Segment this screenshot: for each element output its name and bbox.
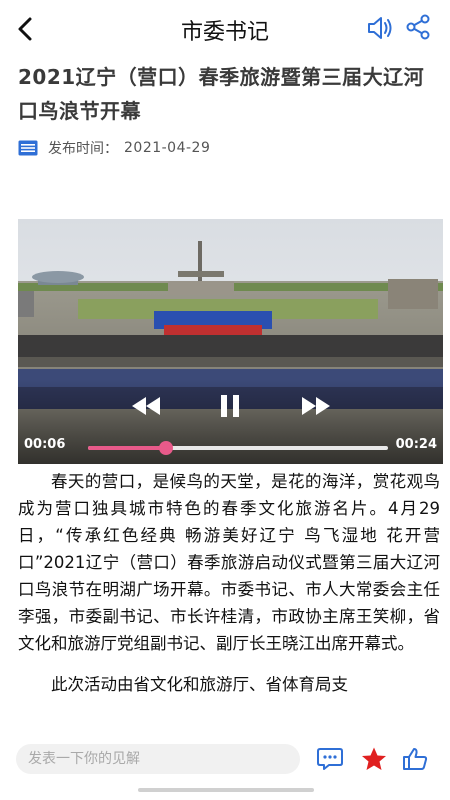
comments-button[interactable] xyxy=(316,746,344,772)
rewind-icon xyxy=(132,397,160,415)
article-paragraph: 此次活动由省文化和旅游厅、省体育局支 xyxy=(51,675,348,694)
share-icon xyxy=(406,14,430,40)
publish-label: 发布时间： xyxy=(48,141,118,157)
total-time: 00:24 xyxy=(395,437,437,452)
rewind-button[interactable] xyxy=(130,395,162,417)
fast-forward-button[interactable] xyxy=(300,395,332,417)
article-paragraph: 春天的营口，是候鸟的天堂，是花的海洋，赏花观鸟成为营口独具城市特色的春季文化旅游… xyxy=(18,472,440,653)
progress-bar[interactable] xyxy=(88,441,388,455)
publish-meta: 发布时间： 2021-04-29 xyxy=(18,137,210,159)
comment-input[interactable] xyxy=(16,744,300,774)
calendar-list-icon xyxy=(18,140,38,156)
thumbs-up-icon xyxy=(403,748,428,770)
progress-knob[interactable] xyxy=(159,441,173,455)
video-player[interactable]: 00:06 00:24 xyxy=(18,219,443,464)
audio-button[interactable] xyxy=(366,14,394,42)
like-button[interactable] xyxy=(401,746,429,772)
current-time: 00:06 xyxy=(24,437,66,452)
speaker-icon xyxy=(368,17,392,39)
article-body: 春天的营口，是候鸟的天堂，是花的海洋，赏花观鸟成为营口独具城市特色的春季文化旅游… xyxy=(18,468,440,698)
video-frame xyxy=(18,219,443,464)
home-indicator xyxy=(138,788,314,792)
star-icon xyxy=(362,747,386,770)
pause-button[interactable] xyxy=(218,393,242,419)
top-bar: 市委书记 xyxy=(0,0,450,58)
favorite-button[interactable] xyxy=(360,746,388,772)
article-title: 2021辽宁（营口）春季旅游暨第三届大辽河口鸟浪节开幕 xyxy=(18,65,425,123)
fast-forward-icon xyxy=(302,397,330,415)
share-button[interactable] xyxy=(404,13,432,41)
pause-icon xyxy=(221,395,239,417)
comment-icon xyxy=(317,748,343,770)
publish-date: 2021-04-29 xyxy=(124,140,211,156)
progress-fill xyxy=(88,446,166,450)
